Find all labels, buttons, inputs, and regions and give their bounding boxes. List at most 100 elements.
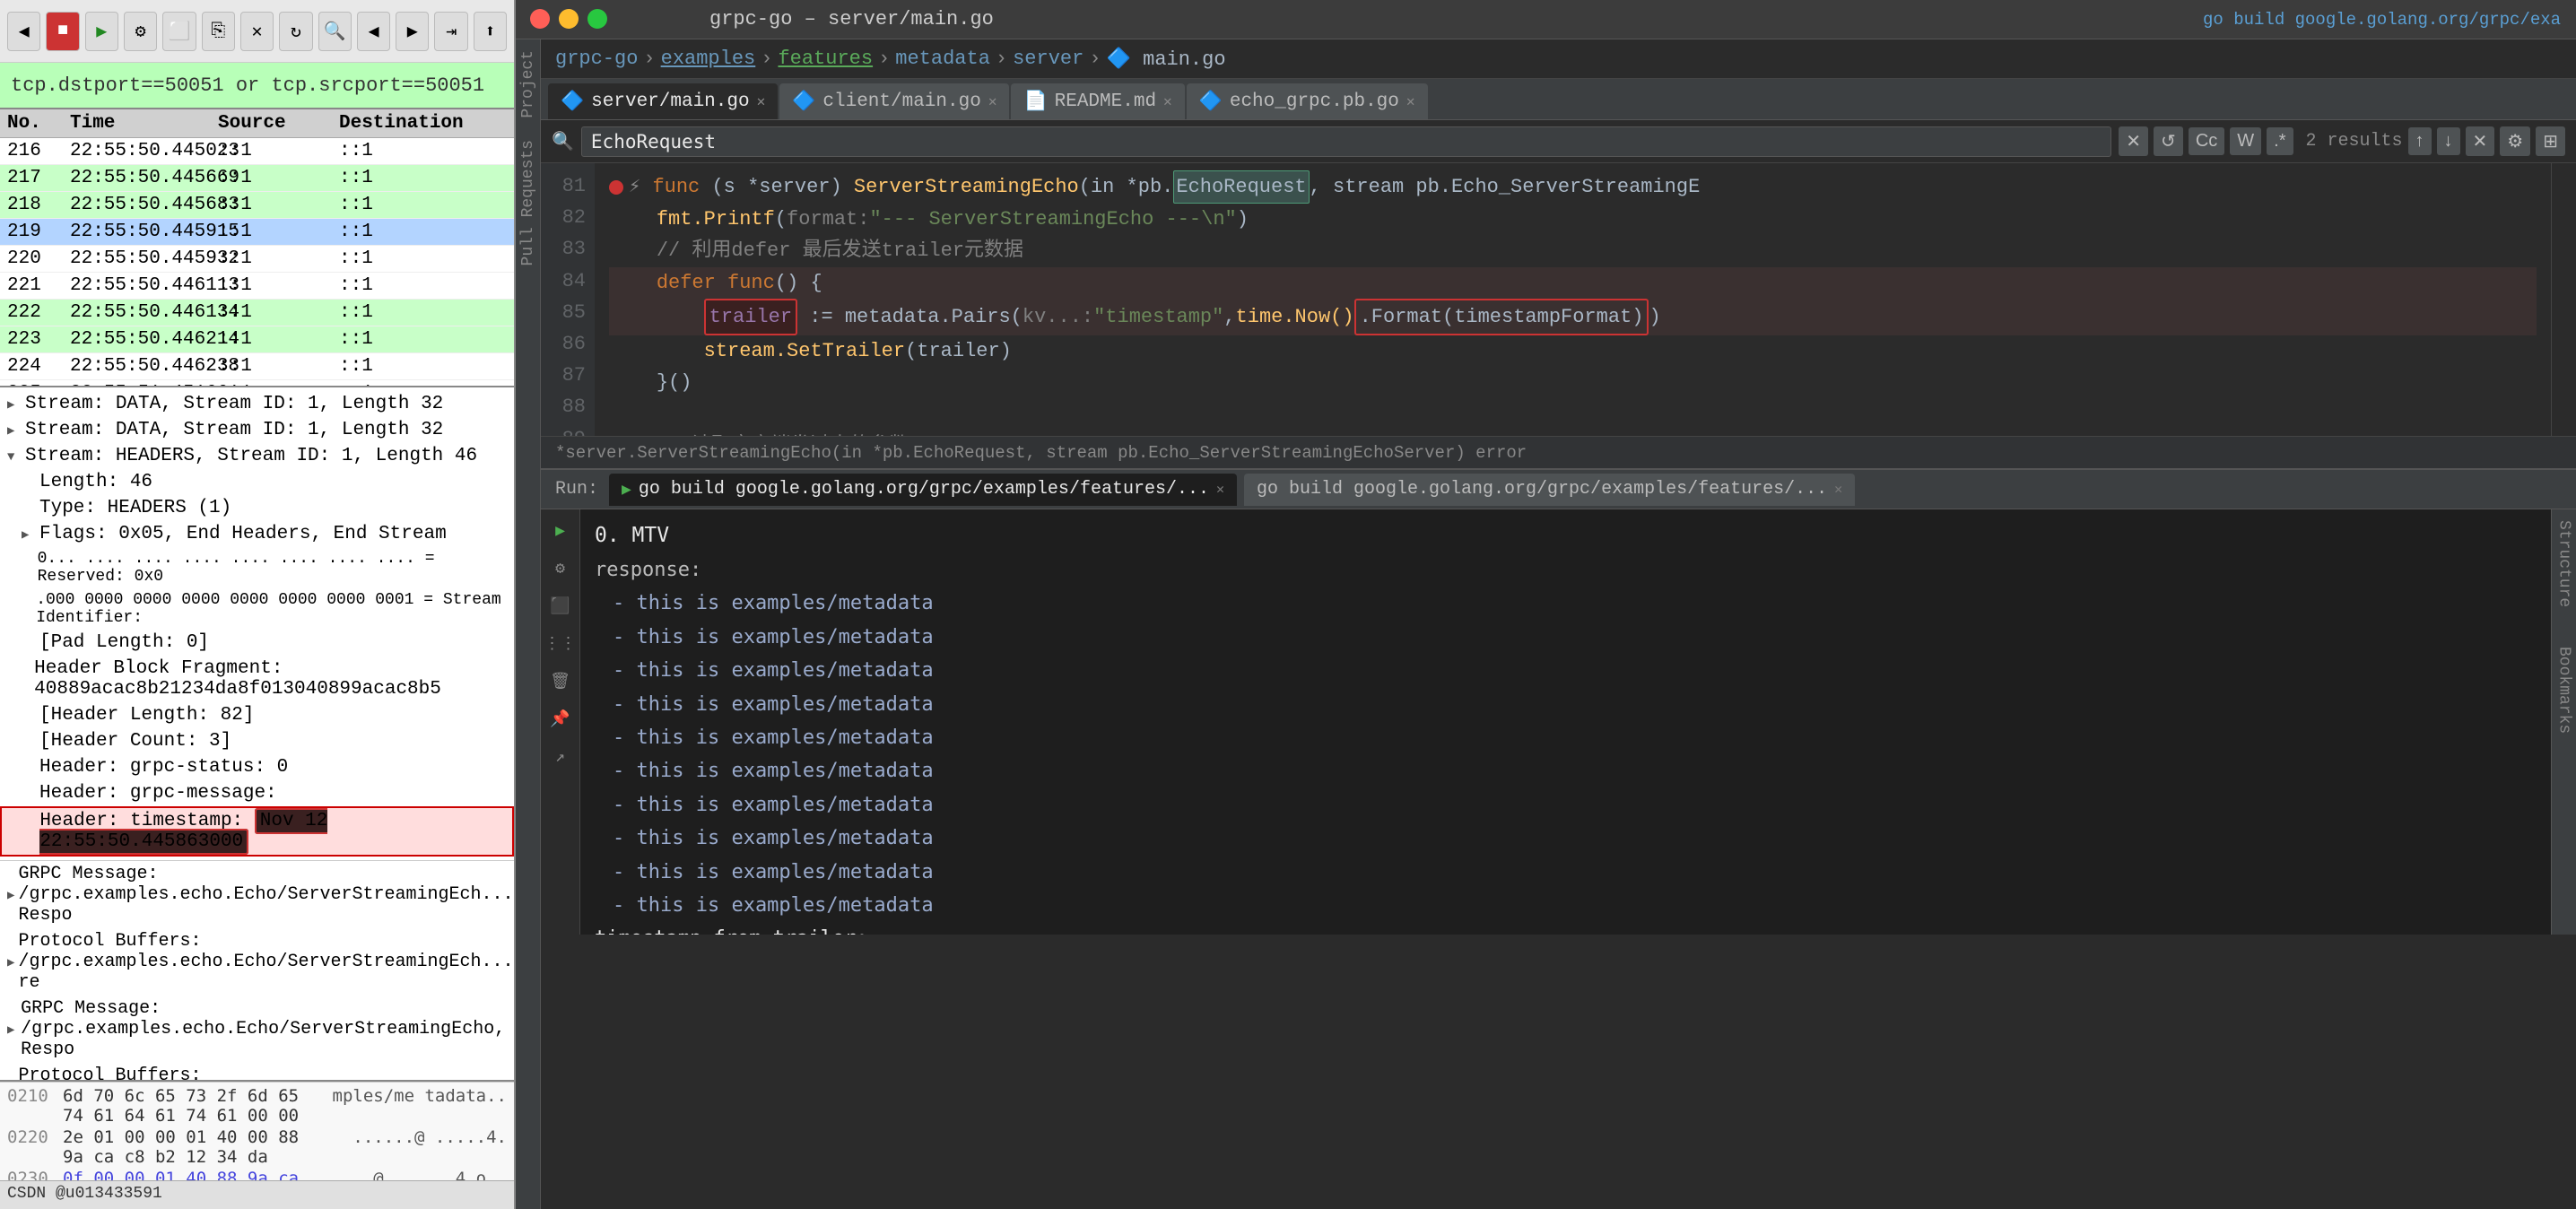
pull-requests-sidebar-label[interactable]: Pull Requests bbox=[519, 129, 537, 276]
ws-search-btn[interactable]: 🔍 bbox=[318, 12, 352, 51]
breadcrumb-features[interactable]: features bbox=[778, 48, 873, 70]
proto-buf-2[interactable]: Protocol Buffers: /grpc.examples.echo.Ec… bbox=[0, 1063, 514, 1082]
search-regex-btn[interactable]: .* bbox=[2267, 127, 2293, 155]
search-options[interactable]: ⚙ bbox=[2500, 126, 2530, 156]
packet-row[interactable]: 221 22:55:50.446113 ::1 ::1 bbox=[0, 273, 514, 300]
breadcrumb-grpc-go[interactable]: grpc-go bbox=[555, 48, 638, 70]
tab-close-1[interactable]: ✕ bbox=[757, 92, 766, 110]
detail-row[interactable]: Header Block Fragment: 40889acac8b21234d… bbox=[0, 656, 514, 702]
packet-row[interactable]: 224 22:55:50.446238 ::1 ::1 bbox=[0, 353, 514, 380]
search-prev-result[interactable]: ↑ bbox=[2408, 127, 2432, 155]
tab-client-main[interactable]: 🔷 client/main.go ✕ bbox=[779, 83, 1009, 119]
detail-row[interactable]: Length: 46 bbox=[0, 469, 514, 495]
packet-row[interactable]: 218 22:55:50.445683 ::1 ::1 bbox=[0, 192, 514, 219]
breadcrumb-server[interactable]: server bbox=[1013, 48, 1083, 70]
tab-readme[interactable]: 📄 README.md ✕ bbox=[1011, 83, 1184, 119]
search-close-btn[interactable]: ✕ bbox=[2119, 126, 2148, 156]
run-settings-btn[interactable]: ⚙ bbox=[546, 554, 575, 583]
breadcrumb-examples[interactable]: examples bbox=[661, 48, 756, 70]
detail-row[interactable]: [Pad Length: 0] bbox=[0, 630, 514, 656]
search-layout[interactable]: ⊞ bbox=[2536, 126, 2565, 156]
run-jump-btn[interactable]: ↗ bbox=[546, 743, 575, 771]
tab-close-4[interactable]: ✕ bbox=[1406, 92, 1415, 110]
run-label: Run: bbox=[555, 479, 598, 500]
search-next-result[interactable]: ↓ bbox=[2437, 127, 2460, 155]
hex-row-1: 0220 2e 01 00 00 01 40 00 88 9a ca c8 b2… bbox=[7, 1127, 507, 1167]
close-btn[interactable] bbox=[530, 9, 550, 29]
left-sidebar: Project Pull Requests bbox=[516, 39, 541, 1209]
search-word-btn[interactable]: W bbox=[2230, 127, 2261, 155]
grpc-msg-1[interactable]: GRPC Message: /grpc.examples.echo.Echo/S… bbox=[0, 861, 514, 928]
detail-row[interactable]: [Header Length: 82] bbox=[0, 702, 514, 728]
code-line-83: // 利用defer 最后发送trailer元数据 bbox=[609, 235, 2537, 266]
run-output: 0. MTV response: - this is examples/meta… bbox=[580, 509, 2551, 935]
detail-row[interactable]: 0... .... .... .... .... .... .... .... … bbox=[0, 547, 514, 588]
search-replace-btn[interactable]: ↺ bbox=[2154, 126, 2183, 156]
minimize-btn[interactable] bbox=[559, 9, 579, 29]
tab-echo-pb[interactable]: 🔷 echo_grpc.pb.go ✕ bbox=[1187, 83, 1428, 119]
run-pin-btn[interactable]: 📌 bbox=[546, 705, 575, 734]
packet-row[interactable]: 216 22:55:50.445023 ::1 ::1 bbox=[0, 138, 514, 165]
breadcrumb-main-go[interactable]: 🔷 main.go bbox=[1107, 48, 1226, 71]
search-input[interactable] bbox=[591, 131, 2102, 152]
col-src-header: Source bbox=[211, 113, 332, 134]
detail-row[interactable]: .000 0000 0000 0000 0000 0000 0000 0001 … bbox=[0, 588, 514, 630]
run-clear-btn[interactable]: 🗑 bbox=[546, 667, 575, 696]
run-play-btn[interactable]: ▶ bbox=[546, 517, 575, 545]
detail-row[interactable]: Stream: HEADERS, Stream ID: 1, Length 46 bbox=[0, 443, 514, 469]
detail-row[interactable]: Header: grpc-status: 0 bbox=[0, 754, 514, 780]
detail-row[interactable]: Stream: DATA, Stream ID: 1, Length 32 bbox=[0, 417, 514, 443]
search-input-container[interactable] bbox=[581, 126, 2111, 157]
packet-row[interactable]: 220 22:55:50.445932 ::1 ::1 bbox=[0, 246, 514, 273]
ws-jump-btn[interactable]: ⇥ bbox=[434, 12, 467, 51]
ide-titlebar: grpc-go – server/main.go go build google… bbox=[516, 0, 2576, 39]
run-tab-close-1[interactable]: ✕ bbox=[1216, 481, 1224, 498]
ws-start-btn[interactable]: ▶ bbox=[85, 12, 118, 51]
detail-row[interactable]: Header: grpc-message: bbox=[0, 780, 514, 806]
run-stop-btn[interactable]: ⬛ bbox=[546, 592, 575, 621]
detail-row[interactable]: Header: timestamp: Nov 12 22:55:50.44586… bbox=[0, 806, 514, 857]
run-tabs: Run: ▶ go build google.golang.org/grpc/e… bbox=[541, 470, 2576, 509]
breadcrumb-metadata[interactable]: metadata bbox=[895, 48, 990, 70]
ws-reload-btn[interactable]: ↻ bbox=[279, 12, 312, 51]
packet-row[interactable]: 223 22:55:50.446214 ::1 ::1 bbox=[0, 326, 514, 353]
packet-row[interactable]: 219 22:55:50.445915 ::1 ::1 bbox=[0, 219, 514, 246]
run-items: - this is examples/metadata- this is exa… bbox=[595, 587, 2537, 922]
packet-row[interactable]: 217 22:55:50.445669 ::1 ::1 bbox=[0, 165, 514, 192]
scrollbar[interactable] bbox=[2552, 163, 2576, 436]
detail-row[interactable]: Stream: DATA, Stream ID: 1, Length 32 bbox=[0, 391, 514, 417]
bookmarks-label[interactable]: Bookmarks bbox=[2555, 636, 2573, 744]
search-case-btn[interactable]: Cc bbox=[2189, 127, 2224, 155]
grpc-msg-2[interactable]: GRPC Message: /grpc.examples.echo.Echo/S… bbox=[0, 996, 514, 1063]
ws-stop-btn[interactable]: ■ bbox=[46, 12, 79, 51]
run-tab-1[interactable]: ▶ go build google.golang.org/grpc/exampl… bbox=[609, 474, 1237, 506]
ws-copy-btn[interactable]: ⎘ bbox=[202, 12, 235, 51]
ws-back-btn[interactable]: ◀ bbox=[7, 12, 40, 51]
hex-dump: 0210 6d 70 6c 65 73 2f 6d 65 74 61 64 61… bbox=[0, 1082, 514, 1180]
ws-delete-btn[interactable]: ✕ bbox=[240, 12, 274, 51]
search-close-panel[interactable]: ✕ bbox=[2466, 126, 2495, 156]
detail-row[interactable]: [Header Count: 3] bbox=[0, 728, 514, 754]
tab-close-2[interactable]: ✕ bbox=[988, 92, 997, 110]
code-lines: ⚡ func (s *server) ServerStreamingEcho (… bbox=[595, 163, 2551, 436]
ws-capture-btn[interactable]: ⬜ bbox=[162, 12, 196, 51]
detail-row[interactable]: Flags: 0x05, End Headers, End Stream bbox=[0, 521, 514, 547]
packet-row[interactable]: 225 22:55:51.451661 ::1 ::1 bbox=[0, 380, 514, 387]
tab-close-3[interactable]: ✕ bbox=[1163, 92, 1172, 110]
ws-settings-btn[interactable]: ⚙ bbox=[124, 12, 157, 51]
tab-server-main[interactable]: 🔷 server/main.go ✕ bbox=[548, 83, 778, 119]
project-sidebar-label[interactable]: Project bbox=[519, 39, 537, 129]
run-tab-2[interactable]: go build google.golang.org/grpc/examples… bbox=[1244, 474, 1855, 506]
detail-row[interactable]: Type: HEADERS (1) bbox=[0, 495, 514, 521]
ws-up-btn[interactable]: ⬆ bbox=[474, 12, 507, 51]
ws-prev-btn[interactable]: ◀ bbox=[357, 12, 390, 51]
ws-next-btn[interactable]: ▶ bbox=[396, 12, 429, 51]
bottom-rows: GRPC Message: /grpc.examples.echo.Echo/S… bbox=[0, 860, 514, 1082]
maximize-btn[interactable] bbox=[587, 9, 607, 29]
run-tab-close-2[interactable]: ✕ bbox=[1834, 481, 1842, 498]
code-line-81: ⚡ func (s *server) ServerStreamingEcho (… bbox=[609, 170, 2537, 204]
run-scroll-btn[interactable]: ⋮⋮ bbox=[546, 630, 575, 658]
packet-row[interactable]: 222 22:55:50.446134 ::1 ::1 bbox=[0, 300, 514, 326]
structure-label[interactable]: Structure bbox=[2555, 509, 2573, 618]
proto-buf-1[interactable]: Protocol Buffers: /grpc.examples.echo.Ec… bbox=[0, 928, 514, 996]
